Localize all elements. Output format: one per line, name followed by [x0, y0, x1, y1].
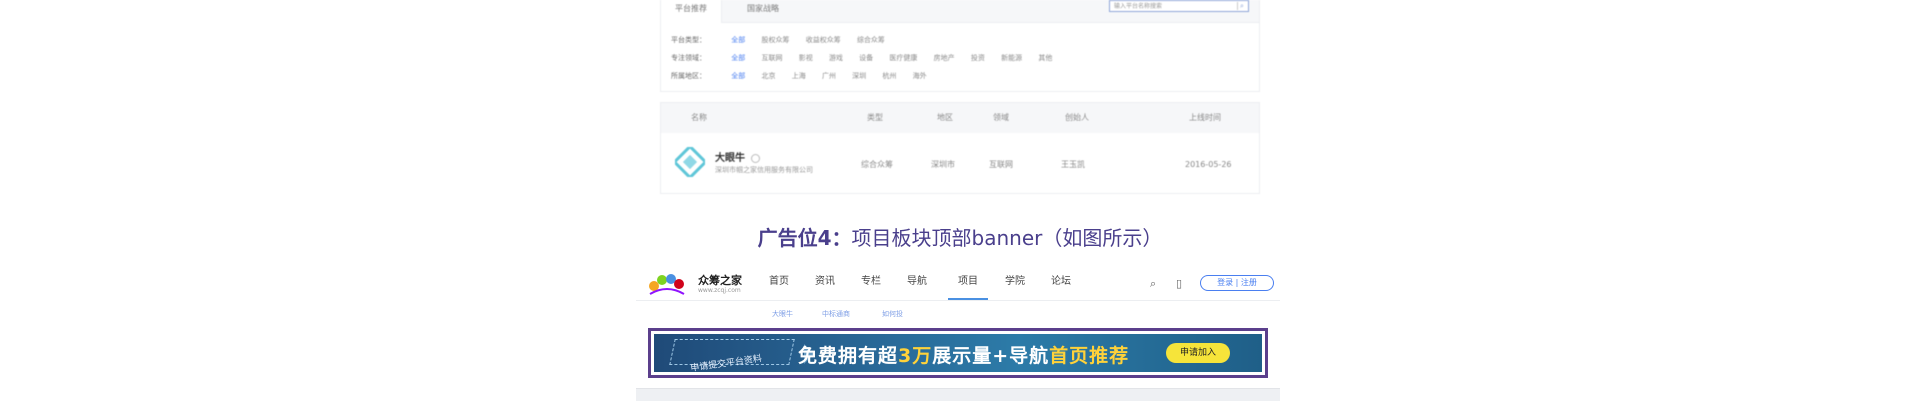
platform-filter-panel: 平台推荐 国家战略 输入平台名称搜索 ⌕ 平台类型： 全部 股权众筹 收益权众筹… — [660, 0, 1260, 92]
filter-option[interactable]: 广州 — [822, 70, 836, 82]
filter-option[interactable]: 全部 — [731, 34, 745, 46]
nav-item-forum[interactable]: 论坛 — [1046, 266, 1076, 300]
filter-option[interactable]: 全部 — [731, 70, 745, 82]
subnav-item[interactable]: 中标通商 — [822, 309, 850, 319]
platform-table: 名称 类型 地区 领域 创始人 上线时间 大眼牛 深圳市帼之家信用服务有限公司 … — [660, 102, 1260, 194]
filter-option[interactable]: 医疗健康 — [889, 52, 917, 64]
filter-option[interactable]: 游戏 — [829, 52, 843, 64]
filter-option[interactable]: 影视 — [799, 52, 813, 64]
filter-option[interactable]: 全部 — [731, 52, 745, 64]
banner-headline: 免费拥有超3万展示量+导航首页推荐 — [798, 345, 1130, 367]
filter-row-type: 平台类型： 全部 股权众筹 收益权众筹 综合众筹 — [671, 34, 899, 46]
platform-search-input[interactable]: 输入平台名称搜索 ⌕ — [1109, 0, 1249, 12]
site-content-strip — [636, 388, 1280, 401]
subnav-item[interactable]: 大眼牛 — [772, 309, 793, 319]
search-placeholder: 输入平台名称搜索 — [1114, 3, 1163, 10]
search-icon[interactable]: ⌕ — [1150, 277, 1156, 291]
filter-option[interactable]: 其他 — [1038, 52, 1052, 64]
filter-option[interactable]: 股权众筹 — [761, 34, 789, 46]
site-preview: 众筹之家 www.zcqj.com 首页 资讯 专栏 导航 项目 学院 论坛 ⌕… — [636, 266, 1280, 401]
filter-option[interactable]: 北京 — [761, 70, 775, 82]
nav-item-navigation[interactable]: 导航 — [902, 266, 932, 300]
filter-row-region: 所属地区： 全部 北京 上海 广州 深圳 杭州 海外 — [671, 70, 941, 82]
tab-recommended[interactable]: 平台推荐 — [661, 0, 722, 23]
filter-label: 平台类型： — [671, 36, 706, 44]
brand-url: www.zcqj.com — [698, 287, 741, 294]
column-header: 名称 — [691, 113, 707, 122]
panel-tabs: 平台推荐 国家战略 输入平台名称搜索 ⌕ — [661, 0, 1259, 23]
filter-option[interactable]: 杭州 — [882, 70, 896, 82]
filter-option[interactable]: 综合众筹 — [857, 34, 885, 46]
verified-badge-icon — [751, 153, 760, 163]
platform-name[interactable]: 大眼牛 — [715, 149, 760, 164]
company-name: 深圳市帼之家信用服务有限公司 — [715, 166, 813, 174]
ad-slot-heading: 广告位4：项目板块顶部banner（如图所示） — [0, 222, 1920, 251]
cell-field: 互联网 — [989, 160, 1013, 169]
ad-slot-description: 项目板块顶部banner（如图所示） — [851, 226, 1163, 250]
filter-row-field: 专注领域： 全部 互联网 影视 游戏 设备 医疗健康 房地产 投资 新能源 其他 — [671, 52, 1066, 64]
table-header: 名称 类型 地区 领域 创始人 上线时间 — [661, 103, 1259, 133]
column-header: 地区 — [937, 113, 953, 122]
nav-item-news[interactable]: 资讯 — [810, 266, 840, 300]
cell-type: 综合众筹 — [861, 160, 893, 169]
brand-name[interactable]: 众筹之家 — [698, 272, 742, 288]
search-icon[interactable]: ⌕ — [1237, 2, 1246, 10]
mobile-icon[interactable]: ▯ — [1176, 277, 1182, 290]
login-register-button[interactable]: 登录 | 注册 — [1200, 275, 1274, 291]
apply-join-button[interactable]: 申请加入 — [1166, 343, 1230, 363]
cell-region: 深圳市 — [931, 160, 955, 169]
table-row[interactable]: 大眼牛 深圳市帼之家信用服务有限公司 综合众筹 深圳市 互联网 王玉凯 2016… — [661, 133, 1259, 193]
nav-item-columns[interactable]: 专栏 — [856, 266, 886, 300]
column-header: 领域 — [993, 113, 1009, 122]
filter-label: 所属地区： — [671, 72, 706, 80]
filter-option[interactable]: 收益权众筹 — [806, 34, 841, 46]
filter-option[interactable]: 深圳 — [852, 70, 866, 82]
column-header: 创始人 — [1065, 113, 1089, 122]
cell-founder: 王玉凯 — [1061, 160, 1085, 169]
brand-logo-icon[interactable] — [646, 270, 688, 296]
tab-national-strategy[interactable]: 国家战略 — [733, 0, 793, 22]
ad-slot-label: 广告位4： — [757, 226, 852, 250]
nav-item-home[interactable]: 首页 — [764, 266, 794, 300]
nav-item-academy[interactable]: 学院 — [1000, 266, 1030, 300]
platform-logo-icon[interactable] — [675, 147, 705, 177]
nav-item-projects[interactable]: 项目 — [948, 266, 988, 300]
project-top-banner[interactable]: 申请提交平台资料 免费拥有超3万展示量+导航首页推荐 申请加入 — [654, 334, 1262, 372]
banner-highlight-frame: 申请提交平台资料 免费拥有超3万展示量+导航首页推荐 申请加入 — [648, 328, 1268, 378]
filter-option[interactable]: 投资 — [971, 52, 985, 64]
filter-option[interactable]: 上海 — [792, 70, 806, 82]
subnav-item[interactable]: 如何投 — [882, 309, 903, 319]
filter-option[interactable]: 新能源 — [1001, 52, 1022, 64]
filter-option[interactable]: 海外 — [913, 70, 927, 82]
filter-label: 专注领域： — [671, 54, 706, 62]
cell-date: 2016-05-26 — [1185, 160, 1232, 169]
filter-option[interactable]: 房地产 — [934, 52, 955, 64]
filter-option[interactable]: 设备 — [859, 52, 873, 64]
filter-option[interactable]: 互联网 — [761, 52, 782, 64]
site-header: 众筹之家 www.zcqj.com 首页 资讯 专栏 导航 项目 学院 论坛 ⌕… — [636, 266, 1280, 301]
column-header: 上线时间 — [1189, 113, 1221, 122]
column-header: 类型 — [867, 113, 883, 122]
